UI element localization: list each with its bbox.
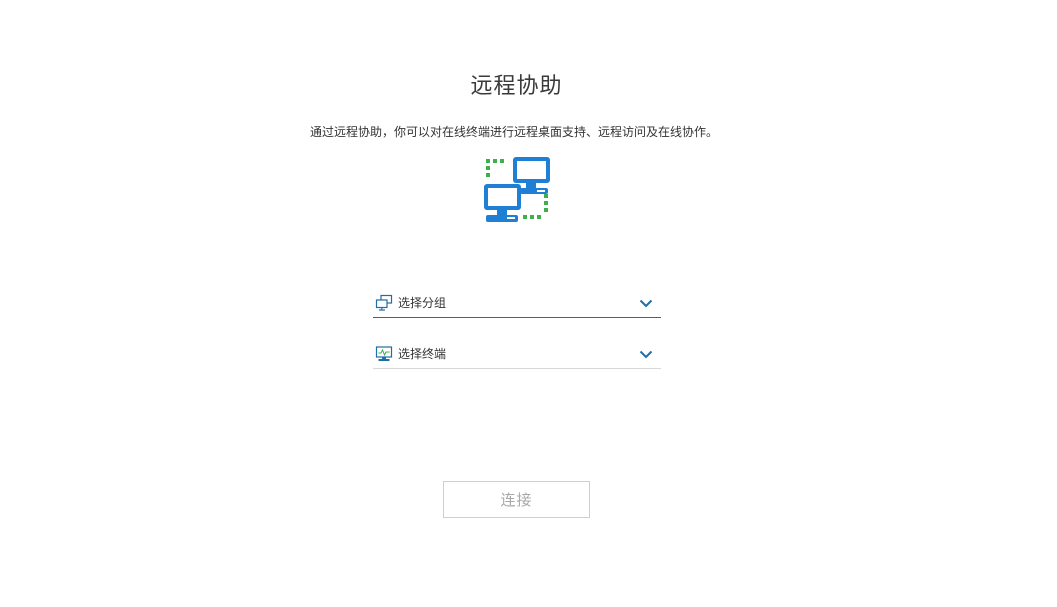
chevron-down-icon[interactable] [639, 298, 653, 308]
page-description: 通过远程协助，你可以对在线终端进行远程桌面支持、远程访问及在线协作。 [309, 125, 718, 139]
group-icon [375, 294, 393, 312]
connect-button[interactable]: 连接 [443, 481, 590, 518]
terminal-select-label: 选择终端 [398, 347, 447, 361]
remote-computers-icon [482, 155, 554, 227]
monitor-icon [375, 345, 393, 363]
group-select-label: 选择分组 [398, 296, 447, 310]
terminal-select[interactable]: 选择终端 [373, 339, 661, 369]
page-title: 远程协助 [470, 74, 563, 99]
chevron-down-icon[interactable] [639, 349, 653, 359]
group-select[interactable]: 选择分组 [373, 288, 661, 318]
